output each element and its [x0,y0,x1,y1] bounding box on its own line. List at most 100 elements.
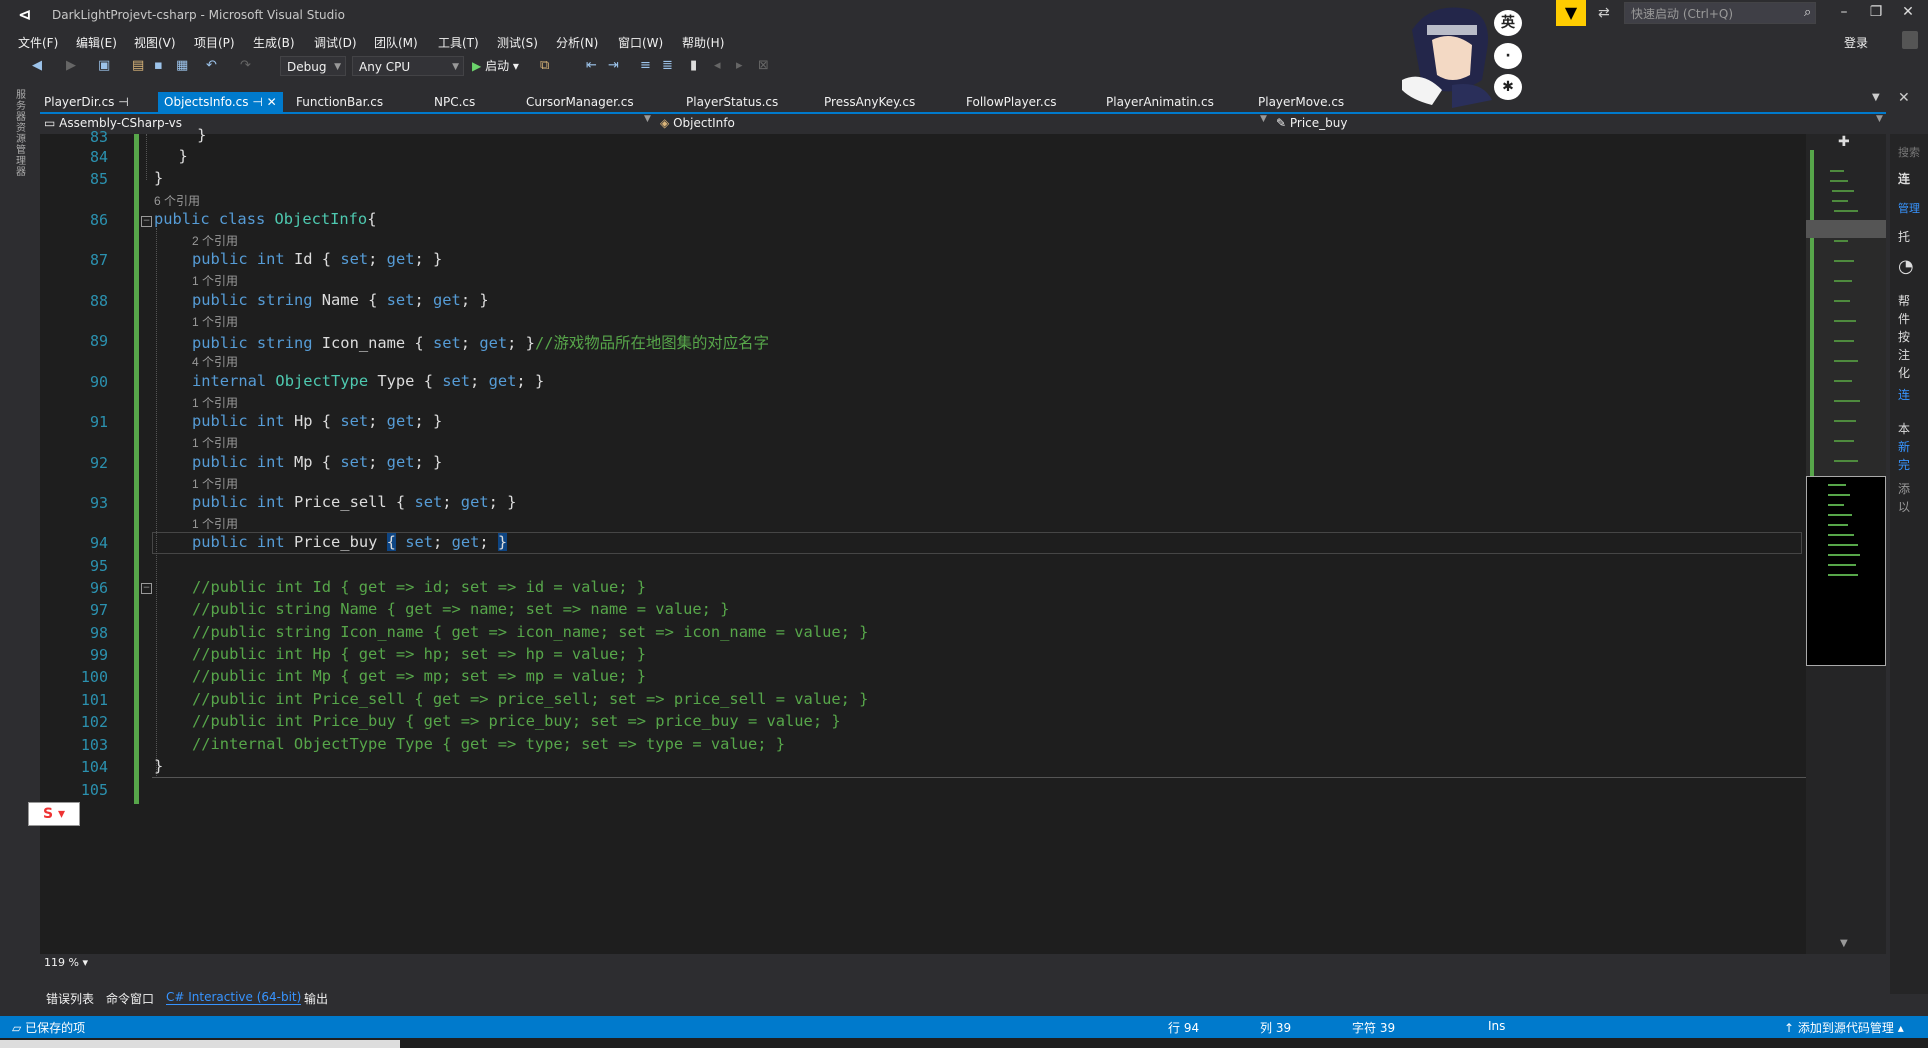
add-to-source-control-button[interactable]: ↑ 添加到源代码管理 ▴ [1784,1019,1904,1036]
close-panel-icon[interactable]: ✕ [1898,90,1910,106]
codelens-references[interactable]: 6 个引用 [154,192,200,209]
codelens-references[interactable]: 1 个引用 [192,394,238,411]
clear-bookmarks-icon[interactable]: ⊠ [758,58,769,73]
menu-file[interactable]: 文件(F) [18,34,58,51]
configuration-select[interactable]: Debug ▼ [280,56,346,76]
line-number: 83 [89,128,108,146]
feedback-icon[interactable]: ⇄ [1598,5,1610,21]
tab-playerdir[interactable]: PlayerDir.cs ⊣ [38,92,135,112]
menu-team[interactable]: 团队(M) [374,34,418,51]
code-comment-line: //public int Price_sell { get => price_s… [192,690,869,708]
taskbar-item[interactable] [0,1040,400,1048]
next-bookmark-icon[interactable]: ▸ [736,58,743,73]
line-number: 92 [89,454,108,472]
horizontal-scroll-bar[interactable] [40,954,1806,972]
type-select[interactable]: ◈ ObjectInfo [660,114,735,132]
tab-functionbar[interactable]: FunctionBar.cs [290,92,389,112]
chevron-down-icon: ▼ [334,62,341,72]
codelens-references[interactable]: 1 个引用 [192,313,238,330]
menu-help[interactable]: 帮助(H) [682,34,724,51]
search-icon[interactable]: ⌕ [1804,5,1811,20]
codelens-references[interactable]: 1 个引用 [192,272,238,289]
forward-icon[interactable]: ▶ [66,58,76,73]
chevron-down-icon[interactable]: ▼ [1876,114,1883,124]
profile-icon[interactable] [1902,31,1918,49]
split-window-icon[interactable]: ✚ [1838,134,1850,150]
tab-csharp-interactive[interactable]: C# Interactive (64-bit) [166,990,302,1005]
panel-search-input[interactable]: 搜索 [1898,144,1920,160]
start-debug-button[interactable]: ▶ 启动 ▾ [472,57,519,74]
plug-icon: ◔ [1898,256,1914,277]
collapse-icon[interactable]: − [141,583,152,594]
tab-playeranimatin[interactable]: PlayerAnimatin.cs [1100,92,1220,112]
line-number: 96 [89,579,108,597]
line-number: 104 [80,758,108,776]
tab-output[interactable]: 输出 [304,990,328,1007]
undo-icon[interactable]: ↶ [206,58,217,73]
bookmark-icon[interactable]: ▮ [690,58,697,73]
server-explorer-tab[interactable]: 服务器资源管理器 [16,90,30,178]
back-icon[interactable]: ◀ [32,58,42,73]
comment-icon[interactable]: ≡ [640,58,651,73]
pin-icon[interactable]: ⊣ [252,95,262,109]
save-icon[interactable]: ▪ [154,58,163,73]
ime-toolbar-icon[interactable]: S ▾ [28,802,80,826]
menu-debug[interactable]: 调试(D) [314,34,357,51]
panel-link[interactable]: 新 [1898,438,1910,455]
menu-build[interactable]: 生成(B) [253,34,295,51]
close-button[interactable]: ✕ [1896,4,1920,20]
menu-edit[interactable]: 编辑(E) [76,34,117,51]
quick-launch-input[interactable]: 快速启动 (Ctrl+Q) [1624,2,1816,24]
prev-bookmark-icon[interactable]: ◂ [714,58,721,73]
platform-select[interactable]: Any CPU ▼ [352,56,464,76]
menu-view[interactable]: 视图(V) [134,34,176,51]
codelens-references[interactable]: 1 个引用 [192,434,238,451]
codelens-references[interactable]: 1 个引用 [192,475,238,492]
panel-manage-link[interactable]: 管理 [1898,200,1920,216]
collapse-icon[interactable]: − [141,216,152,227]
uncomment-icon[interactable]: ≣ [662,58,673,73]
tab-followplayer[interactable]: FollowPlayer.cs [960,92,1063,112]
minimize-button[interactable]: – [1832,4,1856,20]
tab-cursormanager[interactable]: CursorManager.cs [520,92,640,112]
minimap-viewport-lines [1828,484,1860,576]
tab-npc[interactable]: NPC.cs [428,92,481,112]
codelens-references[interactable]: 4 个引用 [192,353,238,370]
menu-project[interactable]: 项目(P) [194,34,235,51]
codelens-references[interactable]: 2 个引用 [192,232,238,249]
redo-icon[interactable]: ↷ [240,58,251,73]
zoom-level-select[interactable]: 119 % ▾ [44,956,88,969]
sign-in-link[interactable]: 登录 [1844,34,1868,51]
step-icon[interactable]: ⇤ [586,58,597,73]
status-bar [0,1016,1928,1038]
menu-tools[interactable]: 工具(T) [438,34,479,51]
tab-overflow-icon[interactable]: ▼ [1872,92,1880,103]
tab-pressanykey[interactable]: PressAnyKey.cs [818,92,921,112]
chevron-down-icon[interactable]: ▼ [1260,114,1267,124]
scroll-down-icon[interactable]: ▼ [1840,938,1848,949]
tab-label: ObjectsInfo.cs [164,95,249,109]
menu-analyze[interactable]: 分析(N) [556,34,598,51]
menu-window[interactable]: 窗口(W) [618,34,663,51]
panel-link[interactable]: 连 [1898,386,1910,403]
panel-link[interactable]: 完 [1898,456,1910,473]
tab-command-window[interactable]: 命令窗口 [106,990,154,1007]
pin-icon[interactable]: ⊣ [118,95,128,109]
save-all-icon[interactable]: ▦ [176,58,188,73]
close-icon[interactable]: ✕ [267,95,277,109]
member-select[interactable]: ✎ Price_buy [1276,114,1348,132]
menu-test[interactable]: 测试(S) [497,34,538,51]
notification-filter-icon[interactable]: ▼ [1556,0,1586,26]
open-file-icon[interactable]: ▤ [132,58,144,73]
tab-playermove[interactable]: PlayerMove.cs [1252,92,1350,112]
tab-error-list[interactable]: 错误列表 [46,990,94,1007]
step-over-icon[interactable]: ⇥ [608,58,619,73]
tab-objectsinfo[interactable]: ObjectsInfo.cs ⊣ ✕ [158,92,283,112]
tab-playerstatus[interactable]: PlayerStatus.cs [680,92,784,112]
find-in-files-icon[interactable]: ⧉ [540,58,549,73]
codelens-references[interactable]: 1 个引用 [192,515,238,532]
maximize-button[interactable]: ❐ [1864,4,1888,20]
code-line: } [154,169,164,187]
chevron-down-icon[interactable]: ▼ [644,114,651,124]
new-project-icon[interactable]: ▣ [98,58,110,73]
